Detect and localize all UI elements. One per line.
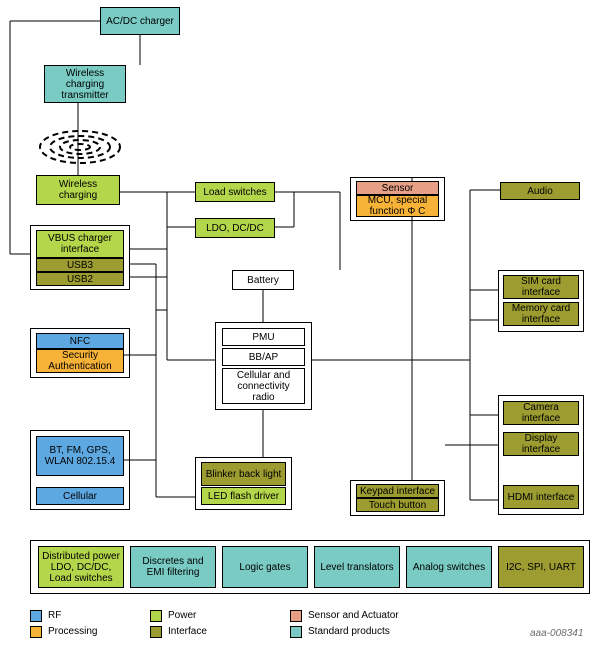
cellular-radio: Cellular and connectivity radio xyxy=(222,368,305,404)
label: HDMI interface xyxy=(508,492,575,503)
logic-gates: Logic gates xyxy=(222,546,308,588)
nfc: NFC xyxy=(36,333,124,349)
label: Blinker back light xyxy=(206,469,282,480)
legend-swatch-std xyxy=(290,626,302,638)
wireless-charging-transmitter: Wireless charging transmitter xyxy=(44,65,126,103)
label: I2C, SPI, UART xyxy=(506,562,576,573)
label: Display interface xyxy=(506,433,576,455)
discretes-emi: Discretes and EMI filtering xyxy=(130,546,216,588)
label: Keypad interface xyxy=(360,486,435,497)
label: Logic gates xyxy=(239,562,290,573)
legend-proc: Processing xyxy=(48,626,97,637)
display-interface: Display interface xyxy=(503,432,579,456)
label: USB3 xyxy=(67,260,93,271)
doc-id: aaa-008341 xyxy=(530,628,583,639)
label: SIM card interface xyxy=(506,276,576,298)
legend-pwr: Power xyxy=(168,610,196,621)
label: MCU, special function Φ C xyxy=(359,195,436,217)
label: Level translators xyxy=(320,562,393,573)
led-flash-driver: LED flash driver xyxy=(201,487,286,505)
legend-swatch-sa xyxy=(290,610,302,622)
label: Analog switches xyxy=(413,562,485,573)
label: Cellular xyxy=(63,491,97,502)
distributed-power: Distributed power LDO, DC/DC, Load switc… xyxy=(38,546,124,588)
label: USB2 xyxy=(67,274,93,285)
level-translators: Level translators xyxy=(314,546,400,588)
label: BB/AP xyxy=(249,352,278,363)
legend-std: Standard products xyxy=(308,626,390,637)
legend-swatch-proc xyxy=(30,626,42,638)
label: LDO, DC/DC xyxy=(206,223,264,234)
load-switches: Load switches xyxy=(195,182,275,202)
label: Load switches xyxy=(203,187,266,198)
label: LED flash driver xyxy=(208,491,279,502)
bb-ap: BB/AP xyxy=(222,348,305,366)
legend-sa: Sensor and Actuator xyxy=(308,610,399,621)
hdmi-interface: HDMI interface xyxy=(503,485,579,509)
label: VBUS charger interface xyxy=(39,233,121,255)
legend-swatch-if xyxy=(150,626,162,638)
label: Discretes and EMI filtering xyxy=(133,556,213,578)
ldo-dcdc: LDO, DC/DC xyxy=(195,218,275,238)
label: Cellular and connectivity radio xyxy=(225,370,302,403)
label: Distributed power LDO, DC/DC, Load switc… xyxy=(41,551,121,584)
bt-fm-gps-wlan: BT, FM, GPS, WLAN 802.15.4 xyxy=(36,436,124,476)
label: Security Authentication xyxy=(39,350,121,372)
security-authentication: Security Authentication xyxy=(36,349,124,373)
touch-button: Touch button xyxy=(356,498,439,512)
camera-interface: Camera interface xyxy=(503,401,579,425)
label: Sensor xyxy=(382,183,414,194)
label: Touch button xyxy=(369,500,426,511)
cellular: Cellular xyxy=(36,487,124,505)
label: Memory card interface xyxy=(506,303,576,325)
battery: Battery xyxy=(232,270,294,290)
label: Battery xyxy=(247,275,279,286)
label: Camera interface xyxy=(506,402,576,424)
usb2: USB2 xyxy=(36,272,124,286)
usb3: USB3 xyxy=(36,258,124,272)
coil-icon xyxy=(38,120,123,175)
legend-swatch-pwr xyxy=(150,610,162,622)
label: Wireless charging transmitter xyxy=(47,68,123,101)
sensor-block: Sensor xyxy=(356,181,439,195)
keypad-interface: Keypad interface xyxy=(356,484,439,498)
label: Wireless charging xyxy=(39,179,117,201)
legend-swatch-rf xyxy=(30,610,42,622)
label: Audio xyxy=(527,186,553,197)
label: NFC xyxy=(70,336,91,347)
label: PMU xyxy=(252,332,274,343)
wireless-charging: Wireless charging xyxy=(36,175,120,205)
block-diagram: AC/DC charger Wireless charging transmit… xyxy=(0,0,609,647)
legend-if: Interface xyxy=(168,626,207,637)
sim-card-interface: SIM card interface xyxy=(503,275,579,299)
label: AC/DC charger xyxy=(106,16,174,27)
i2c-spi-uart: I2C, SPI, UART xyxy=(498,546,584,588)
pmu: PMU xyxy=(222,328,305,346)
memory-card-interface: Memory card interface xyxy=(503,302,579,326)
audio-interface: Audio xyxy=(500,182,580,200)
analog-switches: Analog switches xyxy=(406,546,492,588)
acdc-charger: AC/DC charger xyxy=(100,7,180,35)
legend-rf: RF xyxy=(48,610,61,621)
blinker-backlight: Blinker back light xyxy=(201,462,286,486)
mcu-special-function: MCU, special function Φ C xyxy=(356,195,439,217)
vbus-charger-interface: VBUS charger interface xyxy=(36,230,124,258)
label: BT, FM, GPS, WLAN 802.15.4 xyxy=(39,445,121,467)
